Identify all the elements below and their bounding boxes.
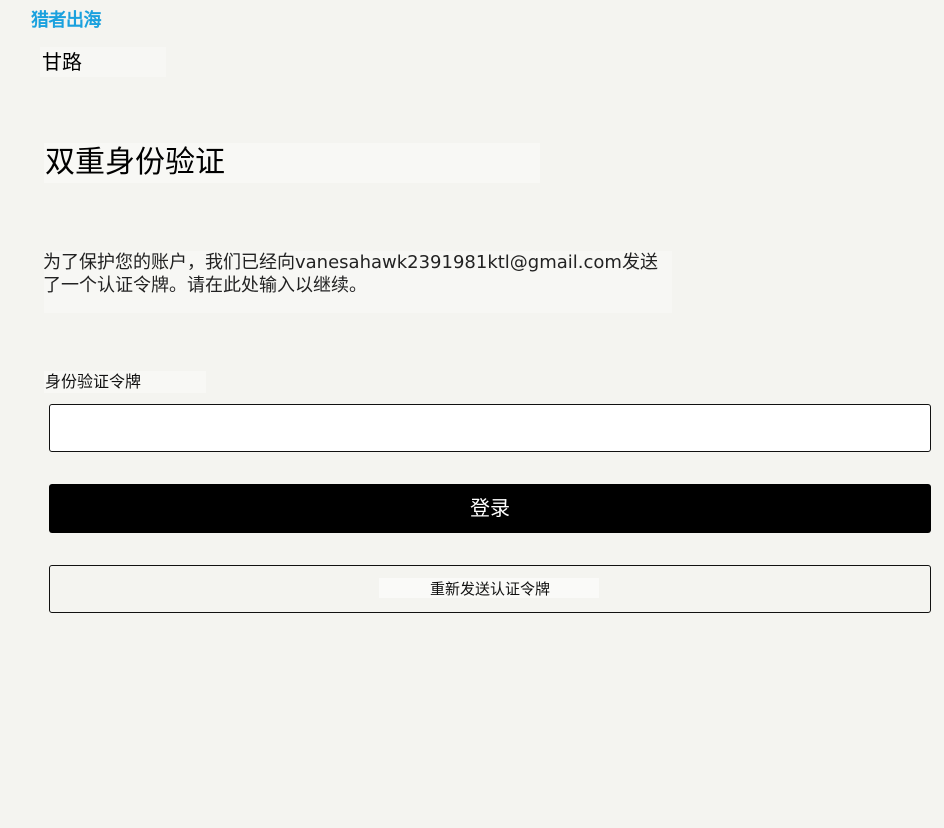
page-title: 双重身份验证 bbox=[45, 145, 225, 180]
token-field-label: 身份验证令牌 bbox=[45, 372, 142, 391]
page-description: 为了保护您的账户，我们已经向vanesahawk2391981ktl@gmail… bbox=[43, 252, 658, 296]
resend-token-label: 重新发送认证令牌 bbox=[429, 580, 550, 598]
store-name: 甘路 bbox=[42, 50, 82, 74]
auth-token-input[interactable] bbox=[49, 404, 931, 452]
login-button[interactable]: 登录 bbox=[49, 484, 931, 533]
resend-token-button[interactable]: 重新发送认证令牌 bbox=[49, 565, 931, 613]
brand-logo[interactable]: 猎者出海 bbox=[31, 10, 102, 32]
